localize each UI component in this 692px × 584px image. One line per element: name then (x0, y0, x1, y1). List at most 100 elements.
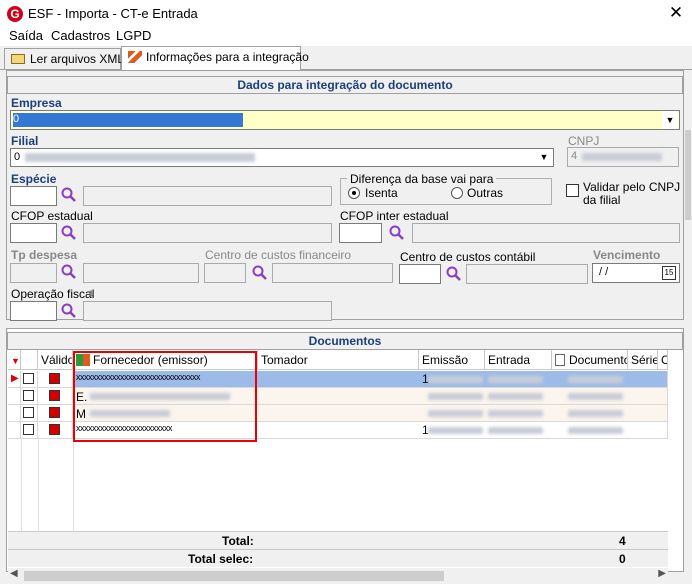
search-icon[interactable] (60, 302, 78, 320)
menu-lgpd[interactable]: LGPD (116, 28, 151, 43)
operacao-fiscal-label: Operação fiscal (11, 287, 95, 301)
empresa-selection (13, 113, 243, 127)
cnpj-field: 4 (567, 147, 679, 167)
search-icon[interactable] (388, 224, 406, 242)
especie-code-input[interactable] (10, 186, 57, 206)
menu-saida[interactable]: Saída (9, 28, 43, 43)
close-button[interactable]: ✕ (664, 2, 688, 24)
validar-cnpj-checkbox[interactable] (566, 184, 579, 197)
section-title: Dados para integração do documento (7, 76, 683, 94)
cc-financeiro-description (272, 263, 393, 283)
col-valido[interactable]: Válido (38, 350, 73, 370)
redacted-cell (428, 410, 483, 417)
tab-informacoes[interactable]: Informações para a integração (121, 46, 309, 70)
vencimento-input[interactable]: / / 15 (592, 263, 680, 283)
document-icon (555, 354, 565, 366)
redacted-cell (488, 410, 543, 417)
vencimento-label: Vencimento (593, 248, 661, 262)
col-entrada[interactable]: Entrada (485, 350, 552, 370)
app-logo-icon: G (7, 6, 23, 22)
highlight-box (73, 351, 257, 442)
scrollbar-thumb[interactable] (24, 571, 444, 581)
vencimento-value: / / (599, 266, 609, 278)
search-icon[interactable] (60, 224, 78, 242)
cc-financeiro-label: Centro de custos financeiro (205, 248, 352, 262)
redacted-cell (428, 393, 483, 400)
total-selec-value: 0 (619, 552, 626, 566)
col-emissao[interactable]: Emissão (419, 350, 485, 370)
filial-select[interactable]: 0 ▼ (10, 148, 554, 167)
select-column-header[interactable] (21, 350, 38, 370)
operacao-fiscal-description (83, 301, 332, 321)
window-title: ESF - Importa - CT-e Entrada (28, 6, 198, 21)
col-documento[interactable]: Documento (552, 350, 628, 370)
scrollbar-thumb[interactable] (685, 130, 691, 220)
empresa-select[interactable]: 0 ▼ (10, 110, 680, 130)
cnpj-value: 4 (571, 150, 578, 162)
validar-cnpj-label: Validar pelo CNPJ (583, 180, 681, 194)
horizontal-scrollbar[interactable]: ◀ ▶ (8, 568, 668, 584)
cc-financeiro-input (204, 263, 246, 283)
grid-line (21, 439, 22, 531)
tp-despesa-input (10, 263, 57, 283)
validar-cnpj-label-2: da filial (583, 193, 621, 207)
calendar-icon[interactable]: 15 (662, 266, 676, 280)
row-checkbox[interactable] (23, 390, 34, 401)
cfop-inter-input[interactable] (339, 223, 382, 243)
arrow-down-icon: ⬇ (87, 289, 95, 299)
filial-label: Filial (11, 134, 39, 148)
redacted-cell (488, 427, 543, 434)
especie-description (83, 186, 332, 206)
cfop-inter-label: CFOP inter estadual (340, 209, 449, 223)
cfop-estadual-input[interactable] (10, 223, 57, 243)
sort-indicator[interactable]: ▼ (8, 350, 21, 370)
cc-contabil-input[interactable] (399, 264, 441, 284)
total-label: Total: (222, 534, 254, 548)
folder-icon (11, 54, 25, 64)
empresa-value: 0 (13, 113, 20, 125)
tab-label: Ler arquivos XML (30, 52, 125, 66)
operacao-fiscal-input[interactable] (10, 301, 57, 321)
col-serie[interactable]: Série (628, 350, 658, 370)
cc-contabil-description (466, 264, 588, 284)
total-selec-label: Total selec: (188, 552, 254, 566)
valid-status-icon (49, 424, 60, 435)
tab-ler-arquivos[interactable]: Ler arquivos XML (4, 48, 125, 69)
chevron-down-icon[interactable]: ▼ (536, 149, 552, 166)
redacted-cell (428, 427, 483, 434)
row-checkbox[interactable] (23, 373, 34, 384)
row-checkbox[interactable] (23, 424, 34, 435)
search-icon[interactable] (60, 263, 78, 281)
col-tomador[interactable]: Tomador (258, 350, 419, 370)
chevron-down-icon[interactable]: ▼ (662, 111, 678, 129)
scroll-left-icon[interactable]: ◀ (10, 568, 18, 579)
row-checkbox[interactable] (23, 407, 34, 418)
search-icon[interactable] (251, 264, 269, 282)
filial-redacted (25, 153, 255, 162)
col-c[interactable]: C (658, 350, 668, 370)
search-icon[interactable] (445, 265, 463, 283)
vertical-scrollbar[interactable] (684, 70, 692, 582)
feather-icon (128, 51, 142, 63)
tab-label: Informações para a integração (146, 50, 309, 64)
grid-line (73, 439, 74, 531)
cfop-estadual-description (83, 223, 332, 243)
tp-despesa-description (83, 263, 199, 283)
redacted-cell (428, 376, 483, 383)
outras-radio[interactable] (451, 187, 463, 199)
cc-contabil-label: Centro de custos contábil (400, 250, 536, 264)
redacted-cell (568, 427, 623, 434)
search-icon[interactable] (60, 186, 78, 204)
total-selec-row: Total selec: 0 (8, 549, 668, 567)
valid-status-icon (49, 390, 60, 401)
cfop-inter-description (412, 223, 680, 243)
redacted-cell (568, 410, 623, 417)
scroll-right-icon[interactable]: ▶ (658, 568, 666, 579)
redacted-cell (568, 376, 623, 383)
valid-status-icon (49, 373, 60, 384)
total-row: Total: 4 (8, 531, 668, 549)
redacted-cell (488, 393, 543, 400)
redacted-cell (488, 376, 543, 383)
isenta-radio[interactable] (348, 187, 360, 199)
menu-cadastros[interactable]: Cadastros (51, 28, 110, 43)
